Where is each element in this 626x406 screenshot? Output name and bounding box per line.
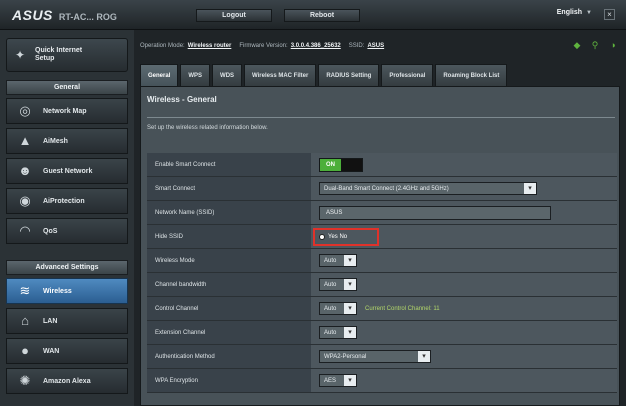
alert-status-icon[interactable]: ◑ [608, 40, 618, 50]
setting-row-ssid: Network Name (SSID) ASUS [147, 201, 617, 225]
chevron-down-icon: ▾ [344, 303, 356, 314]
aimesh-icon: ▲ [18, 133, 32, 148]
wpa-encryption-select[interactable]: AES ▾ [319, 374, 357, 387]
sidebar-item-lan[interactable]: ⌂ LAN [6, 308, 128, 334]
status-icons: ◆ ⚲ ◑ [572, 40, 618, 50]
brand-logo: ASUS RT-AC... ROG [12, 7, 117, 23]
setting-label: Channel bandwidth [147, 273, 311, 296]
sidebar-item-wireless[interactable]: ≋ Wireless [6, 278, 128, 304]
op-mode-value[interactable]: Wireless router [188, 43, 232, 49]
ssid-input[interactable]: ASUS [319, 205, 551, 220]
wizard-icon: ✦ [15, 48, 26, 62]
control-channel-select[interactable]: Auto ▾ [319, 302, 357, 315]
hide-ssid-radio-group[interactable]: Yes No [313, 228, 379, 246]
tab-radius-setting[interactable]: RADIUS Setting [318, 64, 380, 86]
setting-row-channel-bandwidth: Channel bandwidth Auto ▾ [147, 273, 617, 297]
network-map-icon: ◎ [19, 103, 31, 118]
setting-row-wpa-encryption: WPA Encryption AES ▾ [147, 369, 617, 393]
panel-description: Set up the wireless related information … [147, 125, 268, 131]
setting-label: Control Channel [147, 297, 311, 320]
chevron-down-icon: ▾ [344, 375, 356, 386]
setting-label: Enable Smart Connect [147, 153, 311, 176]
status-bar: Operation Mode: Wireless router Firmware… [140, 38, 620, 54]
advanced-section-header: Advanced Settings [6, 260, 128, 275]
sidebar-item-amazon-alexa[interactable]: ✺ Amazon Alexa [6, 368, 128, 394]
channel-bandwidth-select[interactable]: Auto ▾ [319, 278, 357, 291]
ssid-label: SSID: [348, 43, 365, 49]
setting-row-extension-channel: Extension Channel Auto ▾ [147, 321, 617, 345]
setting-label: Smart Connect [147, 177, 311, 200]
tab-wds[interactable]: WDS [212, 64, 243, 86]
general-section-header: General [6, 80, 128, 95]
setting-row-hide-ssid: Hide SSID Yes No [147, 225, 617, 249]
chevron-down-icon: ▾ [344, 327, 356, 338]
close-icon[interactable]: × [604, 9, 615, 20]
sidebar-item-network-map[interactable]: ◎ Network Map [6, 98, 128, 124]
language-selector[interactable]: English ▼ [557, 9, 592, 16]
sidebar: ✦ Quick Internet Setup General ◎ Network… [0, 30, 134, 406]
chevron-down-icon: ▼ [586, 10, 592, 16]
setting-row-control-channel: Control Channel Auto ▾ Current Control C… [147, 297, 617, 321]
sidebar-item-guest-network[interactable]: ☻ Guest Network [6, 158, 128, 184]
firmware-value[interactable]: 3.0.0.4.386_25632 [291, 43, 341, 49]
sidebar-item-qos[interactable]: ◠ QoS [6, 218, 128, 244]
extension-channel-select[interactable]: Auto ▾ [319, 326, 357, 339]
setting-label: Wireless Mode [147, 249, 311, 272]
chevron-down-icon: ▾ [418, 351, 430, 362]
smart-connect-toggle[interactable]: ON [319, 157, 363, 172]
sidebar-item-aiprotection[interactable]: ◉ AiProtection [6, 188, 128, 214]
guest-network-icon: ☻ [18, 163, 32, 178]
link-status-icon[interactable]: ◆ [572, 40, 582, 50]
quick-internet-setup-button[interactable]: ✦ Quick Internet Setup [6, 38, 128, 72]
setting-row-smart-connect-enable: Enable Smart Connect ON [147, 153, 617, 177]
usb-status-icon[interactable]: ⚲ [590, 40, 600, 50]
logout-button[interactable]: Logout [196, 9, 272, 22]
qos-icon: ◠ [19, 223, 31, 238]
sidebar-item-wan[interactable]: ● WAN [6, 338, 128, 364]
tab-wps[interactable]: WPS [180, 64, 211, 86]
op-mode-label: Operation Mode: [140, 43, 185, 49]
top-bar: ASUS RT-AC... ROG Logout Reboot English ▼ … [0, 0, 626, 30]
divider [147, 117, 615, 118]
page-title: Wireless - General [147, 95, 217, 104]
chevron-down-icon: ▾ [524, 183, 536, 194]
smart-connect-select[interactable]: Dual-Band Smart Connect (2.4GHz and 5GHz… [319, 182, 537, 195]
tab-wireless-mac-filter[interactable]: Wireless MAC Filter [244, 64, 317, 86]
tab-professional[interactable]: Professional [381, 64, 434, 86]
alexa-icon: ✺ [19, 373, 31, 388]
shield-icon: ◉ [19, 193, 31, 208]
setting-row-smart-connect: Smart Connect Dual-Band Smart Connect (2… [147, 177, 617, 201]
settings-panel: Wireless - General Set up the wireless r… [140, 86, 620, 406]
reboot-button[interactable]: Reboot [284, 9, 360, 22]
ssid-value[interactable]: ASUS [367, 43, 384, 49]
tab-general[interactable]: General [140, 64, 179, 86]
setting-row-wireless-mode: Wireless Mode Auto ▾ [147, 249, 617, 273]
tab-bar: General WPS WDS Wireless MAC Filter RADI… [140, 64, 620, 86]
chevron-down-icon: ▾ [344, 279, 356, 290]
radio-yes[interactable] [319, 234, 325, 240]
setting-label: WPA Encryption [147, 369, 311, 392]
main-content: Operation Mode: Wireless router Firmware… [134, 30, 626, 406]
lan-icon: ⌂ [21, 313, 29, 328]
wireless-mode-select[interactable]: Auto ▾ [319, 254, 357, 267]
authentication-method-select[interactable]: WPA2-Personal ▾ [319, 350, 431, 363]
firmware-label: Firmware Version: [239, 43, 288, 49]
setting-label: Network Name (SSID) [147, 201, 311, 224]
setting-label: Hide SSID [147, 225, 311, 248]
wireless-icon: ≋ [19, 283, 31, 298]
tab-roaming-block-list[interactable]: Roaming Block List [435, 64, 508, 86]
setting-row-authentication-method: Authentication Method WPA2-Personal ▾ [147, 345, 617, 369]
wan-icon: ● [21, 343, 29, 358]
current-channel-hint: Current Control Channel: 11 [365, 305, 440, 312]
setting-label: Extension Channel [147, 321, 311, 344]
sidebar-item-aimesh[interactable]: ▲ AiMesh [6, 128, 128, 154]
chevron-down-icon: ▾ [344, 255, 356, 266]
setting-label: Authentication Method [147, 345, 311, 368]
